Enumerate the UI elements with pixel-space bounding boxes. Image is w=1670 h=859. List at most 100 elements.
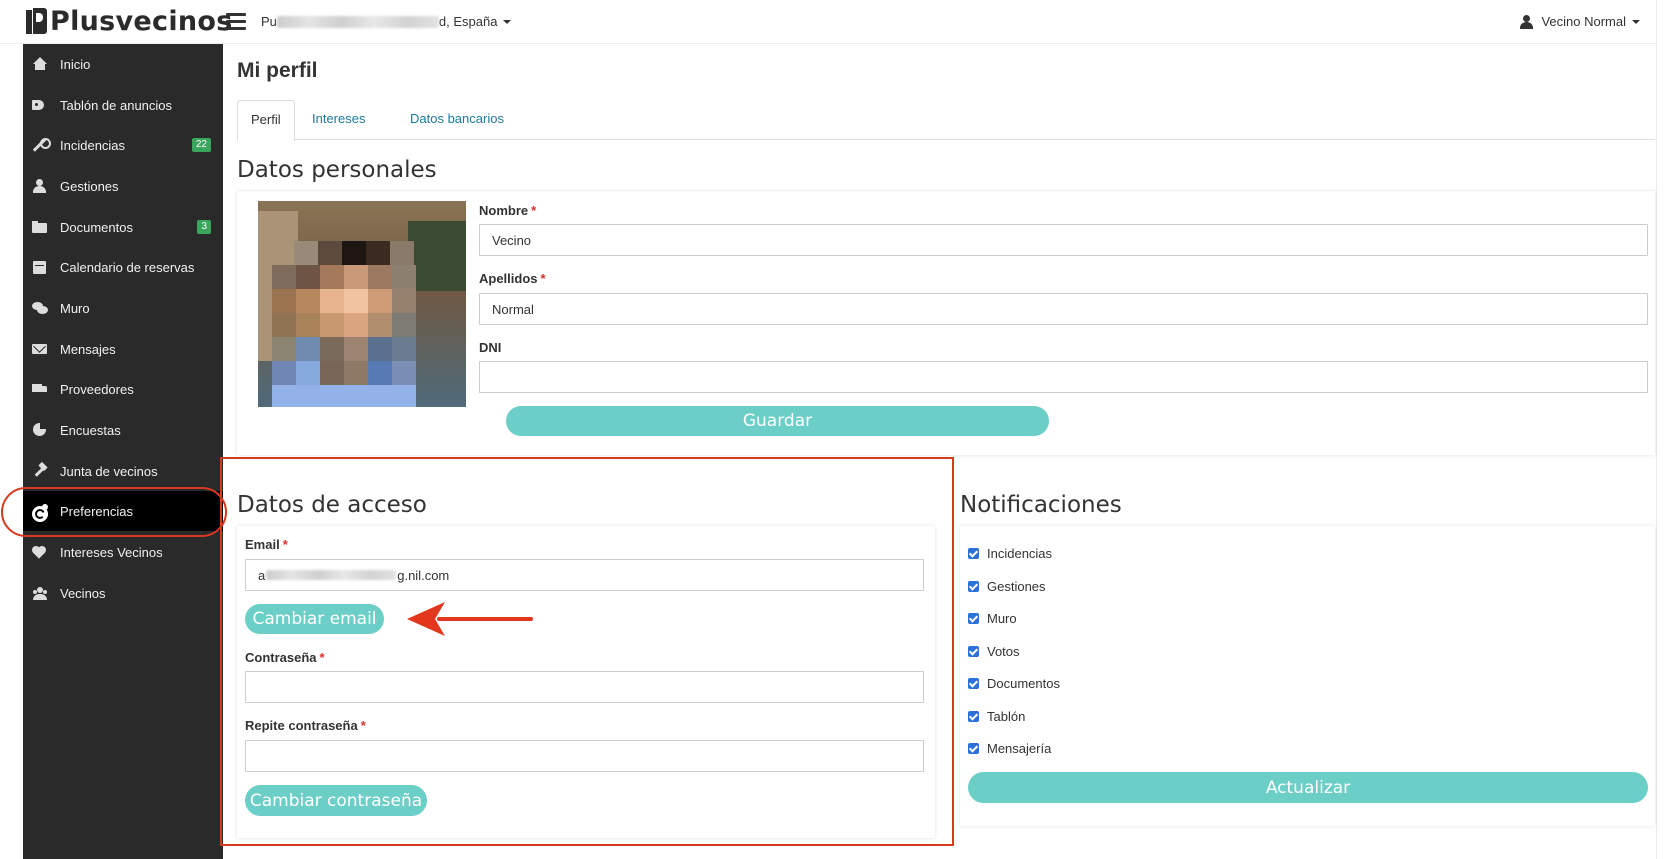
sidebar-item-label: Incidencias xyxy=(60,137,126,153)
password-label: Contraseña * xyxy=(245,650,325,665)
repeat-password-input[interactable] xyxy=(245,740,924,772)
sidebar-item-encuestas[interactable]: Encuestas xyxy=(23,410,223,450)
dni-input[interactable] xyxy=(479,361,1648,393)
user-tie-icon xyxy=(32,179,48,193)
apellidos-input[interactable] xyxy=(479,293,1648,325)
top-navbar: Plusvecinos Pu d, España Vecino Normal xyxy=(0,0,1670,44)
sidebar-item-gestiones[interactable]: Gestiones xyxy=(23,166,223,206)
user-icon xyxy=(1520,14,1534,29)
page-title: Mi perfil xyxy=(237,59,318,82)
pie-chart-icon xyxy=(32,423,48,437)
update-notifications-button[interactable]: Actualizar xyxy=(968,772,1648,803)
wrench-icon xyxy=(32,138,51,152)
notification-option[interactable]: Incidencias xyxy=(968,545,1052,561)
scrollbar[interactable] xyxy=(1656,0,1670,859)
folder-open-icon xyxy=(32,220,48,234)
hamburger-menu-icon[interactable] xyxy=(226,13,246,30)
truck-icon xyxy=(32,382,48,396)
notification-label: Muro xyxy=(987,610,1017,626)
nombre-input[interactable] xyxy=(479,224,1648,256)
checkbox-checked[interactable] xyxy=(968,645,979,657)
save-button[interactable]: Guardar xyxy=(506,406,1049,436)
sidebar-item-label: Inicio xyxy=(60,56,91,72)
plusvecinos-logo[interactable]: Plusvecinos xyxy=(26,5,233,37)
email-value-suffix: g.nil.com xyxy=(397,567,450,583)
password-input[interactable] xyxy=(245,671,924,703)
sidebar-item-label: Proveedores xyxy=(60,381,134,397)
nombre-label: Nombre * xyxy=(479,203,537,218)
sidebar-item-tablon[interactable]: Tablón de anuncios xyxy=(23,85,223,125)
profile-photo[interactable] xyxy=(258,201,466,407)
calendar-icon xyxy=(32,260,48,274)
logo-icon xyxy=(26,8,48,34)
sidebar-item-intereses[interactable]: Intereses Vecinos xyxy=(23,532,223,572)
notification-option[interactable]: Votos xyxy=(968,643,1020,659)
count-badge: 22 xyxy=(191,138,211,152)
notification-option[interactable]: Mensajería xyxy=(968,740,1051,756)
notification-label: Tablón xyxy=(987,708,1026,724)
community-selector[interactable]: Pu d, España xyxy=(261,14,512,29)
location-redacted xyxy=(276,15,439,28)
checkbox-checked[interactable] xyxy=(968,547,979,559)
sidebar-item-label: Gestiones xyxy=(60,178,119,194)
sidebar-item-label: Intereses Vecinos xyxy=(60,544,163,560)
apellidos-label: Apellidos * xyxy=(479,271,546,286)
checkbox-checked[interactable] xyxy=(968,612,979,624)
personal-data-heading: Datos personales xyxy=(237,157,437,183)
notifications-heading: Notificaciones xyxy=(960,492,1122,518)
notification-option[interactable]: Muro xyxy=(968,610,1017,626)
users-icon xyxy=(32,586,48,600)
tab-perfil[interactable]: Perfil xyxy=(237,100,295,141)
count-badge: 3 xyxy=(197,220,211,234)
email-label: Email * xyxy=(245,537,288,552)
sidebar-item-junta[interactable]: Junta de vecinos xyxy=(23,451,223,491)
cogs-icon xyxy=(32,504,48,522)
sidebar-item-label: Mensajes xyxy=(60,341,116,357)
envelope-icon xyxy=(32,342,48,356)
logo-text: Plusvecinos xyxy=(50,5,233,37)
checkbox-checked[interactable] xyxy=(968,710,979,722)
sidebar-item-muro[interactable]: Muro xyxy=(23,288,223,328)
checkbox-checked[interactable] xyxy=(968,580,979,592)
caret-down-icon xyxy=(1632,19,1640,24)
sidebar-item-label: Preferencias xyxy=(60,503,133,519)
user-name: Vecino Normal xyxy=(1541,14,1626,29)
change-email-button[interactable]: Cambiar email xyxy=(245,604,384,634)
notification-label: Gestiones xyxy=(987,578,1046,594)
heart-icon xyxy=(32,545,48,559)
sidebar-item-label: Documentos xyxy=(60,219,133,235)
dni-label: DNI xyxy=(479,340,502,355)
email-field[interactable]: a g.nil.com xyxy=(245,559,924,591)
sidebar-item-preferencias[interactable]: Preferencias xyxy=(23,491,223,531)
sidebar-item-calendario[interactable]: Calendario de reservas xyxy=(23,247,223,287)
sidebar-item-label: Muro xyxy=(60,300,90,316)
checkbox-checked[interactable] xyxy=(968,742,979,754)
sidebar-item-incidencias[interactable]: Incidencias 22 xyxy=(23,125,223,165)
sidebar-item-mensajes[interactable]: Mensajes xyxy=(23,329,223,369)
sidebar-item-proveedores[interactable]: Proveedores xyxy=(23,369,223,409)
access-data-heading: Datos de acceso xyxy=(237,492,427,518)
user-menu[interactable]: Vecino Normal xyxy=(1520,14,1640,29)
tab-datos-bancarios[interactable]: Datos bancarios xyxy=(397,100,517,140)
notification-option[interactable]: Tablón xyxy=(968,708,1025,724)
notification-label: Mensajería xyxy=(987,740,1052,756)
sidebar-item-documentos[interactable]: Documentos 3 xyxy=(23,207,223,247)
gavel-icon xyxy=(32,464,48,478)
location-prefix: Pu xyxy=(261,14,277,29)
sidebar-item-label: Calendario de reservas xyxy=(60,259,195,275)
sidebar-item-label: Vecinos xyxy=(60,585,106,601)
checkbox-checked[interactable] xyxy=(968,677,979,689)
annotation-arrow xyxy=(407,602,533,636)
notification-option[interactable]: Documentos xyxy=(968,675,1060,691)
profile-tabs: Perfil Intereses Datos bancarios xyxy=(237,100,1655,141)
sidebar-item-inicio[interactable]: Inicio xyxy=(23,44,223,84)
email-redacted xyxy=(266,570,397,580)
notification-label: Votos xyxy=(987,643,1020,659)
notification-option[interactable]: Gestiones xyxy=(968,578,1046,594)
change-password-button[interactable]: Cambiar contraseña xyxy=(245,785,427,816)
sidebar-item-vecinos[interactable]: Vecinos xyxy=(23,573,223,613)
sidebar-item-label: Junta de vecinos xyxy=(60,463,158,479)
repeat-password-label: Repite contraseña * xyxy=(245,718,366,733)
tab-intereses[interactable]: Intereses xyxy=(299,100,378,140)
email-value-prefix: a xyxy=(258,567,266,583)
